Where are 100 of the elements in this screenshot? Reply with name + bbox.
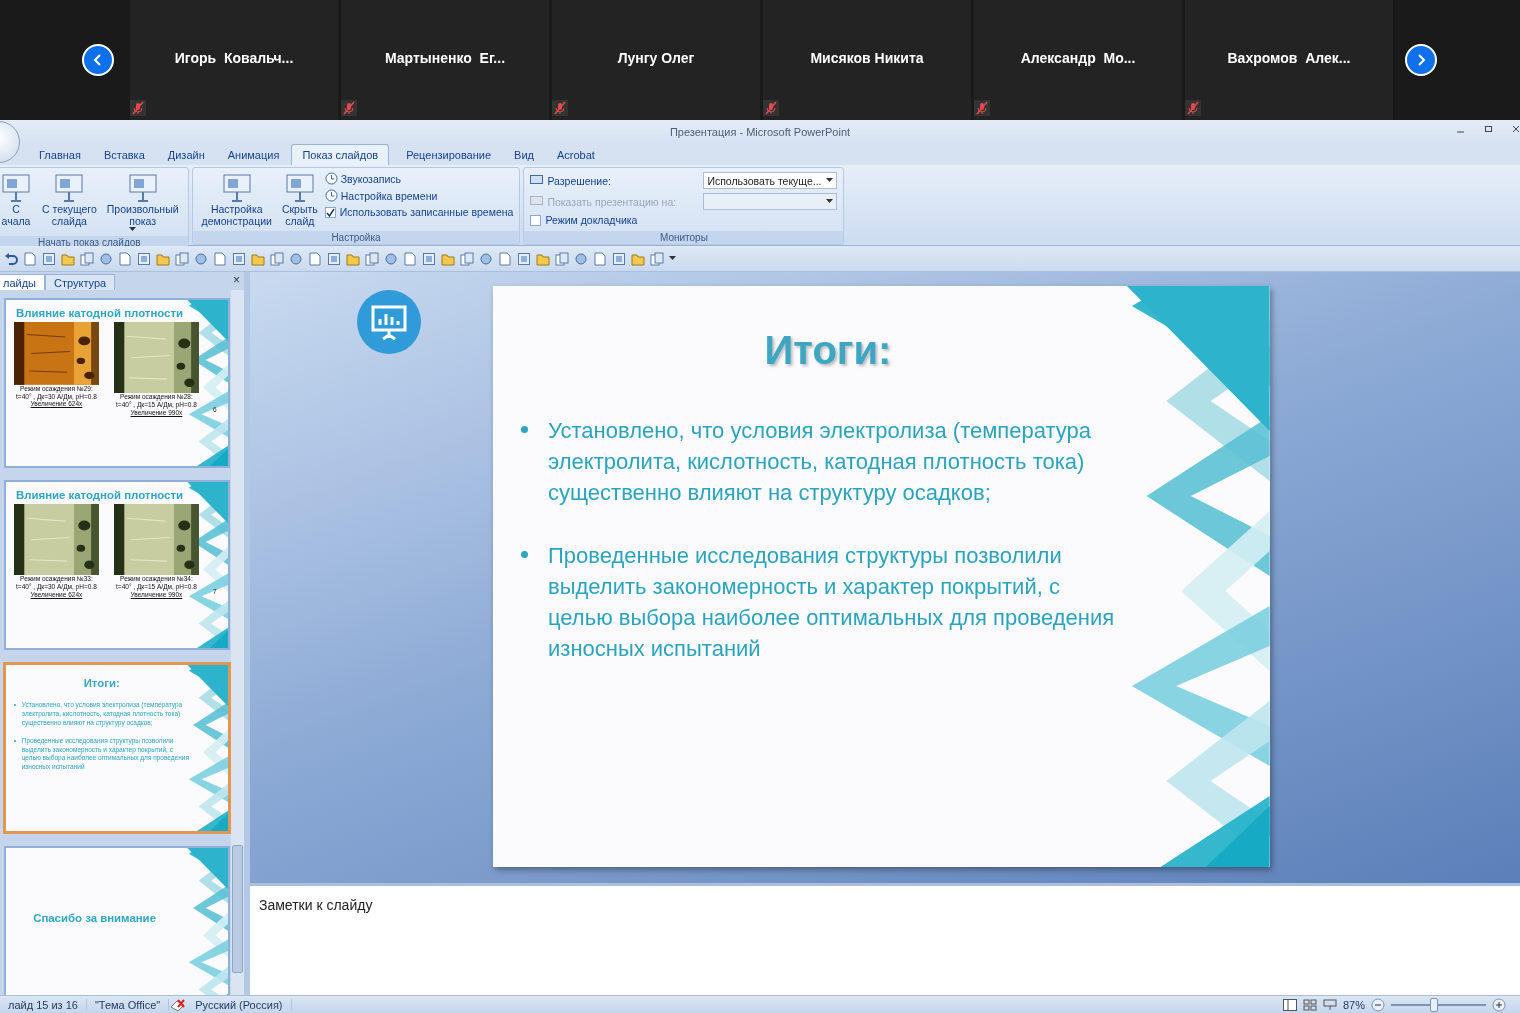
pages-icon	[80, 251, 94, 266]
document-icon	[403, 251, 417, 266]
pages-icon	[650, 251, 664, 266]
projector-screen-icon	[220, 172, 253, 204]
participant-name: Игорь Ковальч...	[174, 50, 294, 66]
slider-thumb[interactable]	[1429, 997, 1438, 1012]
shape-icon	[99, 251, 113, 266]
chevron-right-icon	[1415, 54, 1427, 66]
shape-icon	[574, 251, 588, 266]
shape-icon	[289, 251, 303, 266]
checkbox-label: Использовать записанные времена	[339, 206, 514, 218]
folder-icon	[441, 251, 455, 266]
zoom-out-icon[interactable]	[1371, 997, 1385, 1012]
bullet-icon	[521, 551, 528, 558]
panel-tab[interactable]: Структура	[45, 274, 116, 290]
slide-title: Влияние катодной плотности	[15, 488, 185, 502]
document-icon	[118, 251, 132, 266]
frame-icon	[232, 251, 246, 266]
checkbox[interactable]	[324, 206, 336, 218]
ribbon-button[interactable]: С текущего слайда	[39, 170, 100, 230]
participant-name: Александр Мо...	[1020, 50, 1136, 66]
participant-name: Вахромов Алек...	[1227, 50, 1351, 66]
frame-icon	[327, 251, 341, 266]
document-icon	[23, 251, 37, 266]
projector-screen-icon	[0, 172, 32, 204]
participant-name: Лунгу Олег	[617, 50, 695, 66]
field-label: Показать презентацию на:	[547, 195, 678, 208]
folder-icon	[346, 251, 360, 266]
pages-icon	[555, 251, 569, 266]
ribbon-tab[interactable]: Главная	[28, 144, 92, 165]
caret-icon	[826, 178, 834, 183]
previous-button[interactable]	[82, 44, 114, 76]
undo-icon[interactable]	[4, 251, 18, 266]
ribbon-tab[interactable]: Показ слайдов	[291, 144, 390, 165]
presentation-icon	[356, 289, 422, 355]
participant-name: Мартыненко Ег...	[384, 50, 506, 66]
ribbon-tab[interactable]: Анимация	[216, 144, 291, 165]
close-button[interactable]: ×	[233, 273, 240, 287]
ribbon-button[interactable]: Звукозапись	[324, 172, 514, 185]
monitor-icon	[530, 196, 544, 207]
close-icon[interactable]	[1512, 124, 1520, 134]
ribbon-tab[interactable]: Дизайн	[156, 144, 216, 165]
restore-icon[interactable]	[1484, 124, 1494, 134]
ribbon-tab[interactable]: Вставка	[92, 144, 156, 165]
slide-title: Итоги:	[82, 676, 121, 689]
dropdown-field[interactable]: Использовать текуще...	[703, 172, 838, 189]
frame-icon	[422, 251, 436, 266]
field-label: Разрешение:	[547, 174, 612, 187]
normal-view-icon[interactable]	[1282, 998, 1297, 1011]
pages-icon	[270, 251, 284, 266]
language: Русский (Россия)	[187, 998, 292, 1011]
folder-icon	[536, 251, 550, 266]
notes-pane[interactable]: Заметки к слайду	[250, 883, 1520, 995]
chevron-left-icon	[92, 54, 104, 66]
ribbon-button[interactable]: Настройка времени	[324, 189, 514, 202]
caret-icon	[669, 256, 676, 261]
group-title: Настройка	[192, 231, 520, 245]
window-title: Презентация - Microsoft PowerPoint	[669, 125, 851, 138]
shape-icon	[384, 251, 398, 266]
bullet-text: Установлено, что условия электролиза (температура электролита, кислотность, катодная плотность тока) существенно влияют на структуру осадков;	[548, 417, 1093, 507]
document-icon	[308, 251, 322, 266]
shape-icon	[479, 251, 493, 266]
document-icon	[593, 251, 607, 266]
frame-icon	[137, 251, 151, 266]
participant-name: Мисяков Никита	[810, 50, 924, 66]
clock-icon	[324, 189, 338, 202]
panel-tab[interactable]: лайды	[0, 274, 45, 290]
pages-icon	[365, 251, 379, 266]
ribbon-button[interactable]: Скрыть слайд	[278, 170, 321, 230]
scroll-thumb[interactable]	[232, 845, 243, 973]
ribbon-button[interactable]: С ачала	[0, 170, 35, 230]
frame-icon	[42, 251, 56, 266]
notes-text: Заметки к слайду	[259, 897, 373, 913]
projector-screen-icon	[126, 172, 159, 204]
ribbon-tab[interactable]: Рецензирование	[395, 144, 503, 165]
next-button[interactable]	[1405, 44, 1437, 76]
grid-view-icon[interactable]	[1302, 998, 1317, 1011]
ribbon-tab[interactable]: Вид	[503, 144, 545, 165]
checkbox[interactable]	[530, 214, 542, 226]
projector-screen-icon	[283, 172, 316, 204]
spellcheck-icon	[169, 997, 188, 1012]
slideshow-view-icon[interactable]	[1322, 998, 1337, 1011]
ribbon-button[interactable]: Произвольный показ	[103, 170, 182, 235]
folder-icon	[156, 251, 170, 266]
pages-icon	[175, 251, 189, 266]
slide-counter: лайд 15 из 16	[0, 998, 87, 1011]
theme-name: "Тема Office"	[86, 998, 170, 1011]
dropdown-field[interactable]	[703, 193, 838, 210]
caret-icon	[129, 227, 137, 233]
frame-icon	[517, 251, 531, 266]
bullet-text: Проведенные исследования структуры позволили выделить закономерность и характер покрытий, с целью выбора наиболее оптимальных для проведения износных испытаний	[548, 542, 1116, 663]
slide-title: Спасибо за внимание	[32, 911, 157, 925]
zoom-in-icon[interactable]	[1492, 997, 1506, 1012]
slide-title: Итоги:	[763, 327, 893, 373]
frame-icon	[612, 251, 626, 266]
ribbon-tab[interactable]: Acrobat	[546, 144, 606, 165]
folder-icon	[251, 251, 265, 266]
document-icon	[498, 251, 512, 266]
ribbon-button[interactable]: Настройка демонстрации	[198, 170, 275, 230]
folder-icon	[631, 251, 645, 266]
